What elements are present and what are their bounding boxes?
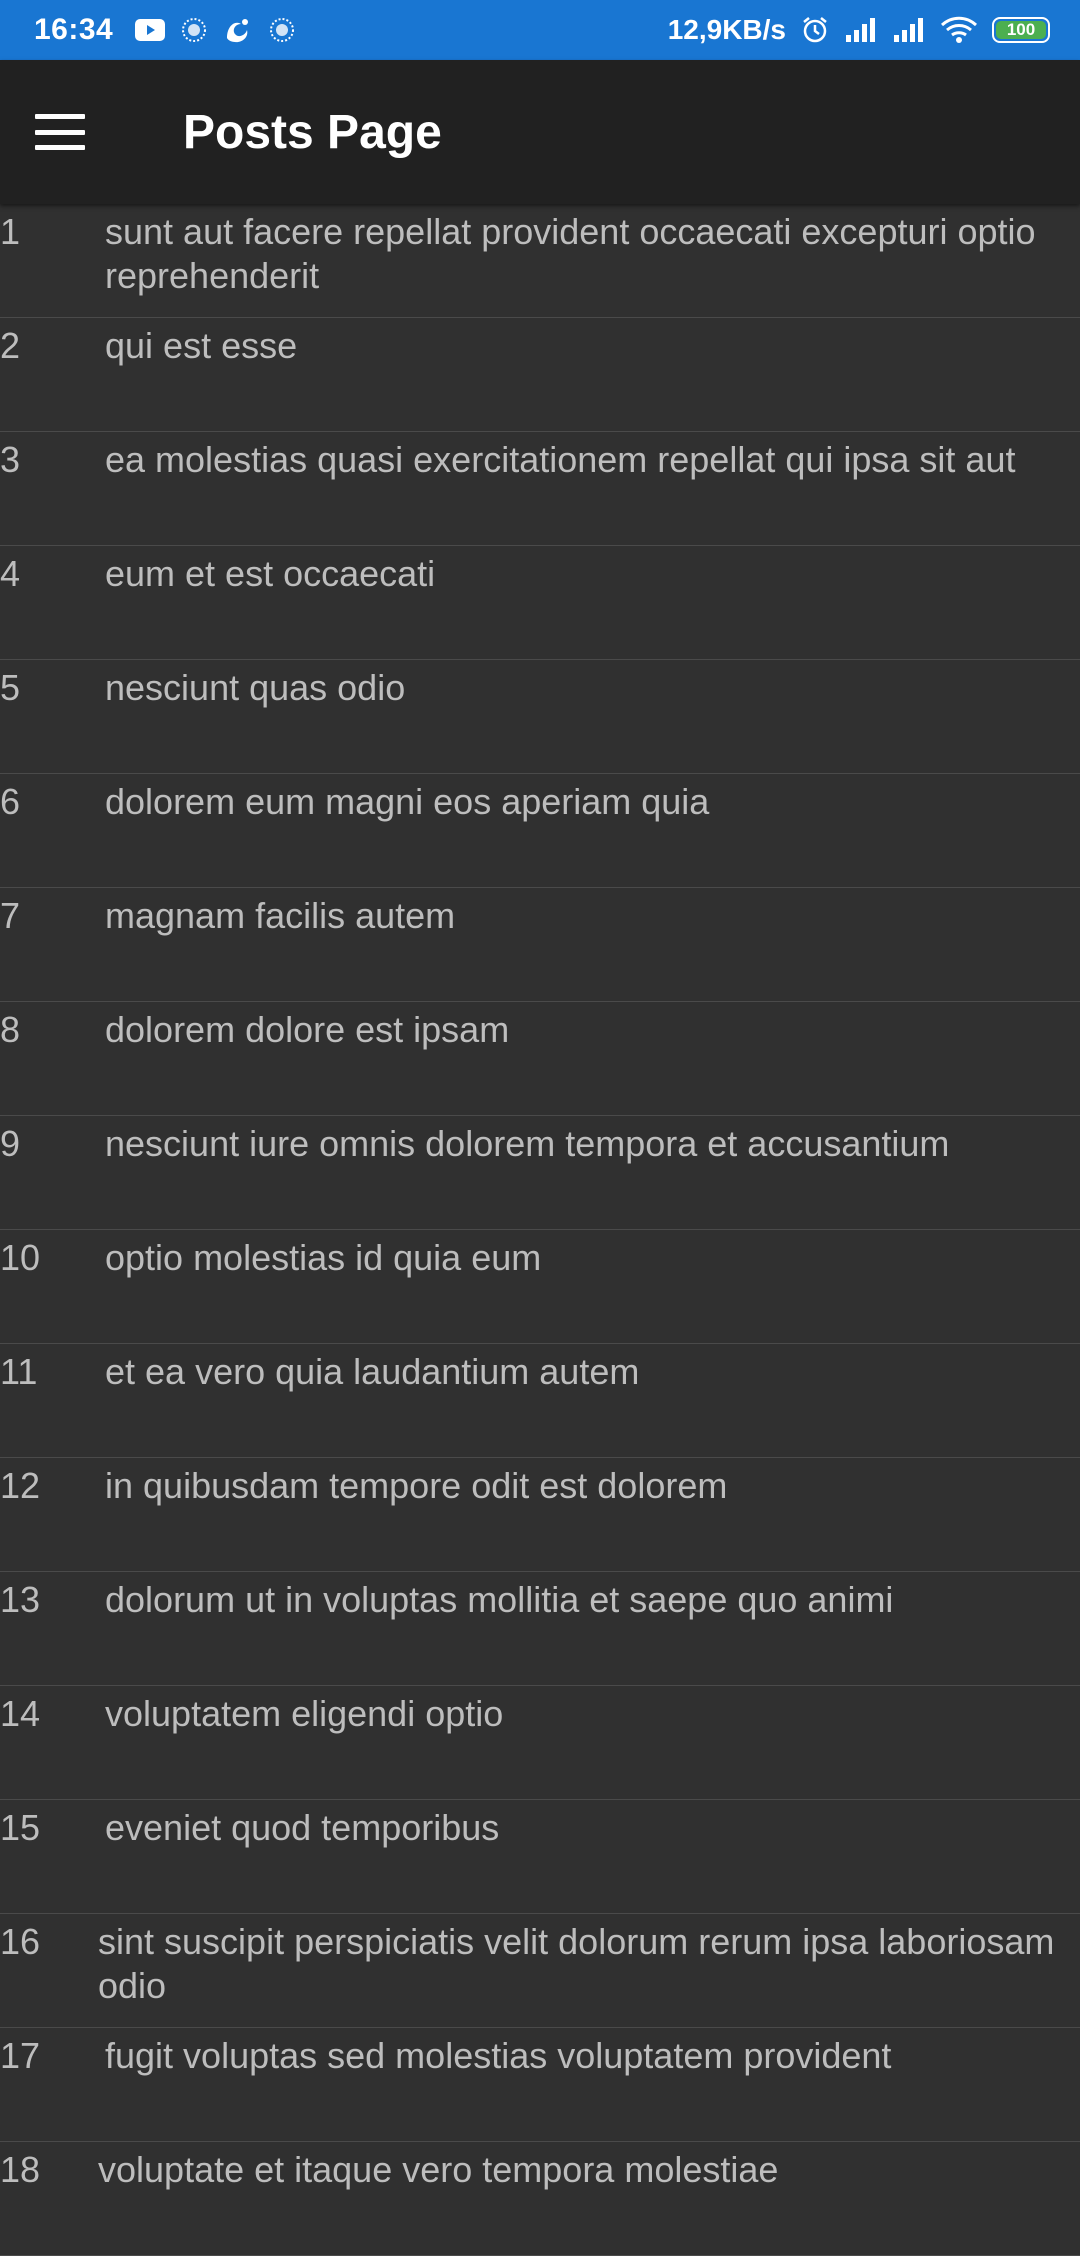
post-id: 2	[0, 325, 21, 366]
post-id: 16	[0, 1921, 41, 1962]
post-title: in quibusdam tempore odit est dolorem	[105, 1465, 728, 1506]
post-row[interactable]: 15 eveniet quod temporibus	[0, 1800, 1080, 1914]
post-row[interactable]: 8 dolorem dolore est ipsam	[0, 1002, 1080, 1116]
signal-icon	[892, 17, 926, 43]
post-row[interactable]: 14 voluptatem eligendi optio	[0, 1686, 1080, 1800]
menu-button[interactable]	[0, 60, 120, 204]
post-id: 14	[0, 1693, 41, 1734]
battery-icon: 100	[992, 17, 1050, 43]
post-row[interactable]: 7 magnam facilis autem	[0, 888, 1080, 1002]
post-title: nesciunt iure omnis dolorem tempora et a…	[105, 1123, 950, 1164]
app-notification-icon	[181, 17, 207, 43]
post-id: 15	[0, 1807, 41, 1848]
post-id: 17	[0, 2035, 41, 2076]
alarm-icon	[800, 15, 830, 45]
post-row[interactable]: 16 sint suscipit perspiciatis velit dolor…	[0, 1914, 1080, 2028]
app-bar: Posts Page	[0, 60, 1080, 204]
post-title: optio molestias id quia eum	[105, 1237, 542, 1278]
post-id: 10	[0, 1237, 41, 1278]
status-time: 16:34	[34, 13, 114, 46]
post-row[interactable]: 11 et ea vero quia laudantium autem	[0, 1344, 1080, 1458]
post-row[interactable]: 1 sunt aut facere repellat provident occa…	[0, 204, 1080, 318]
post-row[interactable]: 18 voluptate et itaque vero tempora moles…	[0, 2142, 1080, 2256]
post-title: eum et est occaecati	[105, 553, 436, 594]
uc-browser-icon	[223, 16, 253, 44]
post-id: 13	[0, 1579, 41, 1620]
post-title: eveniet quod temporibus	[105, 1807, 500, 1848]
post-row[interactable]: 3 ea molestias quasi exercitationem repel…	[0, 432, 1080, 546]
post-id: 9	[0, 1123, 21, 1164]
youtube-icon	[135, 19, 166, 41]
post-row[interactable]: 4 eum et est occaecati	[0, 546, 1080, 660]
post-title: dolorum ut in voluptas mollitia et saepe…	[105, 1579, 894, 1620]
post-title: magnam facilis autem	[105, 895, 456, 936]
page-title: Posts Page	[183, 105, 442, 159]
post-title: fugit voluptas sed molestias voluptatem …	[105, 2035, 892, 2076]
post-title: et ea vero quia laudantium autem	[105, 1351, 640, 1392]
post-title: sint suscipit perspiciatis velit dolorum…	[98, 1921, 1055, 2006]
post-id: 4	[0, 553, 21, 594]
hamburger-menu-icon[interactable]	[35, 114, 85, 150]
wifi-icon	[940, 16, 978, 44]
post-title: qui est esse	[105, 325, 298, 366]
post-title: voluptatem eligendi optio	[105, 1693, 504, 1734]
post-row[interactable]: 13 dolorum ut in voluptas mollitia et sae…	[0, 1572, 1080, 1686]
notification-icons	[135, 16, 295, 44]
post-list: 1 sunt aut facere repellat provident occa…	[0, 204, 1080, 2256]
post-id: 1	[0, 211, 21, 252]
post-title: sunt aut facere repellat provident occae…	[105, 211, 1036, 296]
post-title: dolorem eum magni eos aperiam quia	[105, 781, 710, 822]
status-right: 12,9KB/s 100	[668, 14, 1050, 46]
post-id: 5	[0, 667, 21, 708]
post-row[interactable]: 12 in quibusdam tempore odit est dolorem	[0, 1458, 1080, 1572]
post-id: 8	[0, 1009, 21, 1050]
battery-level: 100	[1006, 20, 1036, 39]
post-row[interactable]: 17 fugit voluptas sed molestias voluptate…	[0, 2028, 1080, 2142]
post-row[interactable]: 6 dolorem eum magni eos aperiam quia	[0, 774, 1080, 888]
post-id: 12	[0, 1465, 41, 1506]
network-speed: 12,9KB/s	[667, 14, 786, 45]
post-id: 3	[0, 439, 21, 480]
post-id: 18	[0, 2149, 41, 2190]
post-title: nesciunt quas odio	[105, 667, 406, 708]
post-title: ea molestias quasi exercitationem repell…	[105, 439, 1016, 480]
post-row[interactable]: 5 nesciunt quas odio	[0, 660, 1080, 774]
post-row[interactable]: 2 qui est esse	[0, 318, 1080, 432]
post-id: 6	[0, 781, 21, 822]
post-row[interactable]: 9 nesciunt iure omnis dolorem tempora et …	[0, 1116, 1080, 1230]
post-title: dolorem dolore est ipsam	[105, 1009, 510, 1050]
app-notification-icon	[269, 17, 295, 43]
status-bar: 16:34 12,9KB/s 100	[0, 0, 1080, 60]
post-row[interactable]: 10 optio molestias id quia eum	[0, 1230, 1080, 1344]
post-id: 7	[0, 895, 21, 936]
post-title: voluptate et itaque vero tempora molesti…	[98, 2149, 779, 2190]
post-id: 11	[0, 1351, 38, 1392]
signal-icon	[844, 17, 878, 43]
